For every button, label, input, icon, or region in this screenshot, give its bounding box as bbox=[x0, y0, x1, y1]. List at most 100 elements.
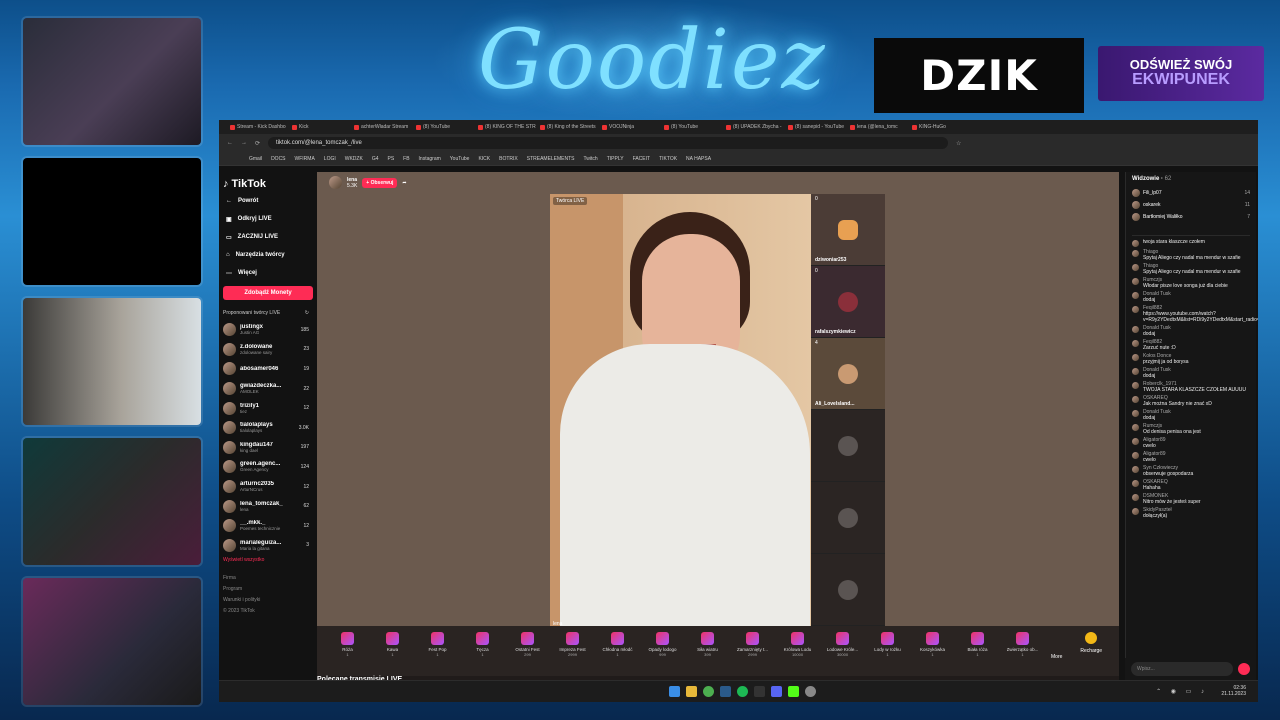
chat-avatar[interactable] bbox=[1132, 240, 1139, 247]
browser-tab[interactable]: (8) YouTube bbox=[661, 124, 723, 130]
gift-item[interactable]: Biała róża 1 bbox=[955, 632, 1000, 676]
browser-tab[interactable]: VOOJNinja bbox=[599, 124, 661, 130]
bookmark-item[interactable]: WFIRMA bbox=[295, 156, 315, 162]
browser-tab[interactable]: KING-HuGo bbox=[909, 124, 971, 130]
browser-tab[interactable]: (8) King of the Streets bbox=[537, 124, 599, 130]
tiktok-logo[interactable]: ♪ TikTok bbox=[223, 176, 317, 192]
bookmark-item[interactable]: BOTRIX bbox=[499, 156, 518, 162]
more-gifts-button[interactable]: More bbox=[1051, 654, 1062, 676]
app-icon[interactable] bbox=[805, 686, 816, 697]
chat-avatar[interactable] bbox=[1132, 437, 1139, 445]
chat-avatar[interactable] bbox=[1132, 291, 1139, 299]
creator-row[interactable]: abosamer046 19 bbox=[223, 359, 317, 379]
gift-item[interactable]: Róża 1 bbox=[325, 632, 370, 676]
get-coins-button[interactable]: Zdobądź Monety bbox=[223, 286, 313, 300]
gift-item[interactable]: Ostatni Fest 299 bbox=[505, 632, 550, 676]
steam-icon[interactable] bbox=[720, 686, 731, 697]
browser-tab[interactable]: Kick bbox=[289, 124, 351, 130]
bookmark-item[interactable]: FACEIT bbox=[633, 156, 651, 162]
gift-item[interactable]: Lody w rożku 1 bbox=[865, 632, 910, 676]
gift-item[interactable]: Lodowe Króle... 30000 bbox=[820, 632, 865, 676]
creator-row[interactable]: lena_tomczak_ lena 62 bbox=[223, 496, 317, 516]
gift-item[interactable]: Fest Pop 1 bbox=[415, 632, 460, 676]
chat-username[interactable]: Donald Tusk bbox=[1143, 291, 1171, 297]
bookmark-item[interactable]: G4 bbox=[372, 156, 379, 162]
chrome-icon[interactable] bbox=[703, 686, 714, 697]
guest-tile[interactable]: 0 rafalszymkiewicz bbox=[811, 266, 885, 338]
gift-heart-icon[interactable] bbox=[1238, 663, 1250, 675]
obs-icon[interactable] bbox=[754, 686, 765, 697]
creator-row[interactable]: __.mkk._ Poemes technicznie 12 bbox=[223, 516, 317, 536]
forward-icon[interactable]: → bbox=[241, 140, 247, 146]
gift-item[interactable]: Zwierzątko ob... 1 bbox=[1000, 632, 1045, 676]
chat-avatar[interactable] bbox=[1132, 249, 1139, 257]
star-icon[interactable]: ☆ bbox=[956, 140, 961, 147]
chat-avatar[interactable] bbox=[1132, 451, 1139, 459]
chat-avatar[interactable] bbox=[1132, 381, 1139, 389]
bookmark-item[interactable]: Instagram bbox=[419, 156, 441, 162]
system-tray[interactable]: ⌃ ◉ ▭ ♪ bbox=[1156, 688, 1208, 695]
creator-row[interactable]: green.agenc... Green Agency 124 bbox=[223, 457, 317, 477]
guest-tile[interactable]: 0 dziwoniar253 bbox=[811, 194, 885, 266]
chat-avatar[interactable] bbox=[1132, 409, 1139, 417]
viewer-row[interactable]: oskarek 11 bbox=[1132, 199, 1250, 211]
creator-row[interactable]: justingx Justin AG 185 bbox=[223, 320, 317, 340]
footer-link[interactable]: Warunki i polityki bbox=[223, 595, 317, 606]
bookmark-item[interactable]: FB bbox=[403, 156, 409, 162]
kick-icon[interactable] bbox=[788, 686, 799, 697]
gift-item[interactable]: Kawa 1 bbox=[370, 632, 415, 676]
viewer-row[interactable]: Bartłomiej Waliłko 7 bbox=[1132, 211, 1250, 223]
creator-row[interactable]: trizily1 tiez 12 bbox=[223, 398, 317, 418]
chat-avatar[interactable] bbox=[1132, 479, 1139, 487]
chat-avatar[interactable] bbox=[1132, 423, 1139, 431]
bookmark-item[interactable]: LOGI bbox=[324, 156, 336, 162]
browser-tab[interactable]: (8) sanepid - YouTube bbox=[785, 124, 847, 130]
follow-button[interactable]: + Obserwuj bbox=[362, 177, 398, 188]
chat-avatar[interactable] bbox=[1132, 507, 1139, 515]
footer-link[interactable]: Firma bbox=[223, 573, 317, 584]
browser-tab[interactable]: (8) YouTube bbox=[413, 124, 475, 130]
gift-item[interactable]: Siła wiatru 399 bbox=[685, 632, 730, 676]
gift-item[interactable]: Opady lodogo 999 bbox=[640, 632, 685, 676]
browser-tab[interactable]: (8) UPADEK Zbycha - bbox=[723, 124, 785, 130]
bookmark-item[interactable]: Gmail bbox=[249, 156, 262, 162]
host-avatar[interactable] bbox=[329, 176, 342, 189]
reload-icon[interactable]: ⟳ bbox=[255, 140, 260, 147]
bookmark-item[interactable]: Twitch bbox=[584, 156, 598, 162]
chat-avatar[interactable] bbox=[1132, 493, 1139, 501]
gift-item[interactable]: Tęcza 1 bbox=[460, 632, 505, 676]
bookmark-item[interactable]: DOCS bbox=[271, 156, 285, 162]
nav-creator-tools[interactable]: ⌂ Narzędzia twórcy bbox=[223, 246, 317, 264]
back-icon[interactable]: ← bbox=[227, 140, 233, 146]
gift-item[interactable]: Zamarznięty t... 2999 bbox=[730, 632, 775, 676]
chat-avatar[interactable] bbox=[1132, 325, 1139, 333]
taskbar-clock[interactable]: 02:36 21.11.2023 bbox=[1221, 685, 1246, 697]
browser-tab[interactable]: (8) KING OF THE STR bbox=[475, 124, 537, 130]
start-icon[interactable] bbox=[669, 686, 680, 697]
creator-row[interactable]: gwiazdeczka... AMOLEK 22 bbox=[223, 379, 317, 399]
recharge-button[interactable]: Recharge bbox=[1080, 632, 1102, 676]
bookmark-item[interactable]: TIKTOK bbox=[659, 156, 677, 162]
share-icon[interactable]: ➦ bbox=[402, 180, 406, 186]
chat-avatar[interactable] bbox=[1132, 305, 1139, 313]
creator-row[interactable]: marialeguiza... Maria la gitana 3 bbox=[223, 536, 317, 556]
guest-tile[interactable]: 4 Ali_Lovelsland... bbox=[811, 338, 885, 410]
nav-discover-live[interactable]: ▣ Odkryj LIVE bbox=[223, 210, 317, 228]
bookmark-item[interactable]: PS bbox=[387, 156, 394, 162]
url-field[interactable]: tiktok.com/@lena_tomczak_/live bbox=[268, 137, 949, 149]
browser-tab[interactable]: lena (@lena_tomc bbox=[847, 124, 909, 130]
browser-tab[interactable]: achterWładar Stream bbox=[351, 124, 413, 130]
bookmark-item[interactable]: YouTube bbox=[450, 156, 470, 162]
browser-tab[interactable]: Stream - Kick Dashbo bbox=[227, 124, 289, 130]
bookmark-item[interactable]: WKDZK bbox=[345, 156, 363, 162]
bookmark-item[interactable]: NA HAPSA bbox=[686, 156, 711, 162]
chat-avatar[interactable] bbox=[1132, 353, 1139, 361]
spotify-icon[interactable] bbox=[737, 686, 748, 697]
bookmark-item[interactable]: TIPPLY bbox=[607, 156, 624, 162]
gift-item[interactable]: Impreza Fest 2999 bbox=[550, 632, 595, 676]
nav-start-live[interactable]: ▭ ZACZNIJ LIVE bbox=[223, 228, 317, 246]
chat-input[interactable]: Wpisz... bbox=[1131, 662, 1233, 676]
chat-avatar[interactable] bbox=[1132, 339, 1139, 347]
footer-link[interactable]: Program bbox=[223, 584, 317, 595]
refresh-icon[interactable]: ↻ bbox=[305, 310, 309, 316]
